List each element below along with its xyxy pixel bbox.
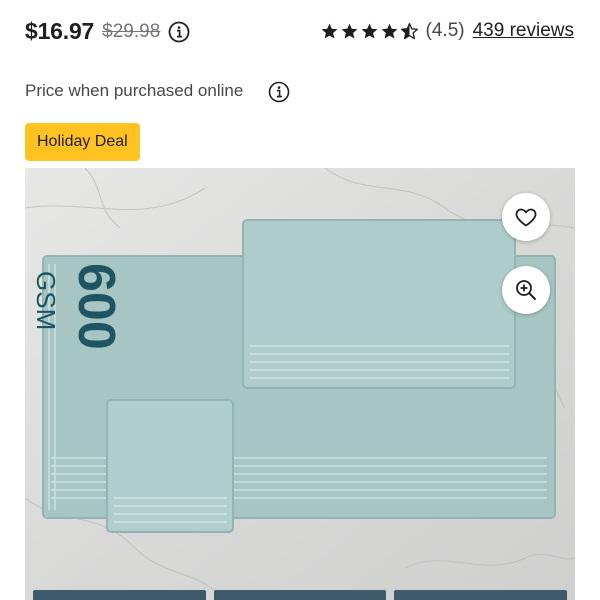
print-number: 600 [67,263,125,350]
variant-tabs [33,590,568,600]
zoom-button[interactable] [502,266,550,314]
product-image[interactable]: 600 GSM [25,168,575,600]
zoom-in-icon [516,280,536,300]
price-note: Price when purchased online [25,81,244,100]
star-icon [381,23,397,39]
star-icon [321,23,337,39]
favorite-button[interactable] [502,193,550,241]
original-price: $29.98 [102,20,161,42]
star-rating [320,22,420,41]
half-star-icon [400,22,418,39]
rating-value: (4.5) [425,20,465,41]
price-info-icon[interactable] [268,81,290,103]
hand-towel [242,219,516,389]
current-price: $16.97 [25,18,95,44]
price-row: $16.97 $29.98 [25,18,190,45]
reviews-link[interactable]: 439 reviews [473,20,574,42]
info-icon[interactable] [168,21,190,43]
washcloth [106,399,234,533]
holiday-deal-badge: Holiday Deal [25,123,140,161]
rating-row: (4.5) 439 reviews [320,20,574,42]
variant-tab[interactable] [213,590,387,600]
star-icon [341,23,357,39]
star-icon [361,23,377,39]
heart-icon [515,208,537,227]
print-unit: GSM [31,271,61,330]
variant-tab[interactable] [33,590,206,600]
variant-tab[interactable] [394,590,568,600]
